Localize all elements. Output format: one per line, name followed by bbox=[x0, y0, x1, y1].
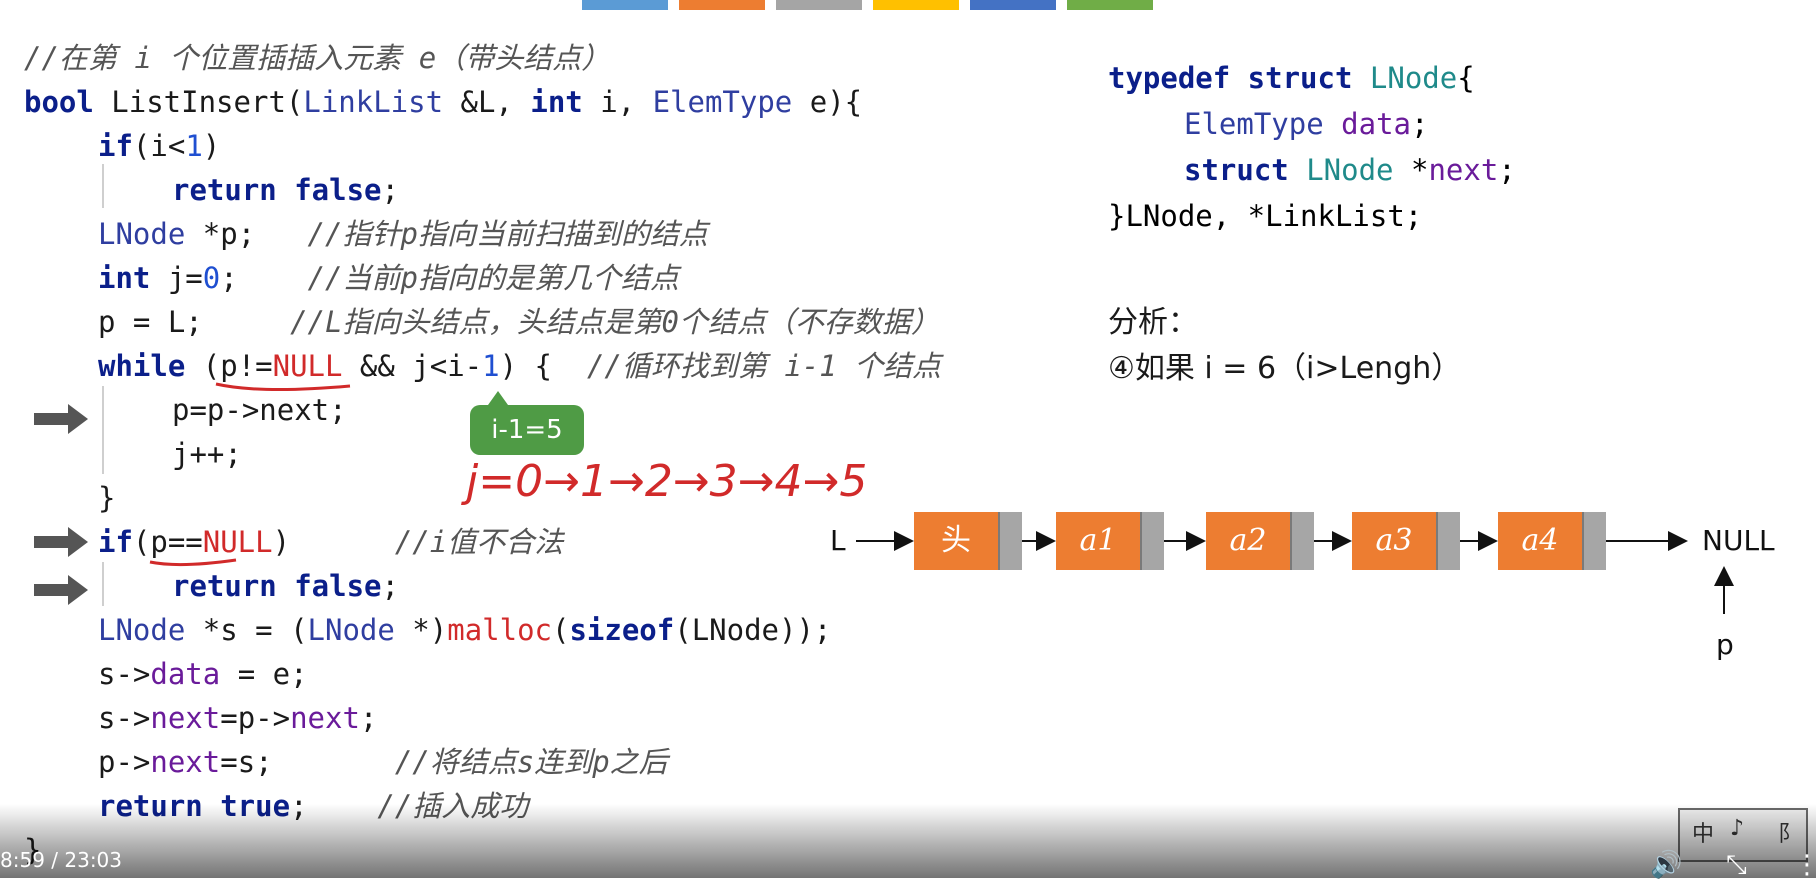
svg-text:j=0→1→2→3→4→5: j=0→1→2→3→4→5 bbox=[461, 456, 867, 507]
video-player-bar bbox=[0, 804, 1816, 878]
struct-line-2: ElemType data; bbox=[1184, 107, 1429, 141]
linked-list-diagram: L 头 a1 a2 a3 a4 NULL p bbox=[820, 496, 1810, 686]
more-icon[interactable]: ⋮ bbox=[1794, 850, 1816, 880]
node-a2: a2 bbox=[1206, 512, 1314, 570]
node-head: 头 bbox=[914, 512, 1022, 570]
analysis-title: 分析： bbox=[1108, 305, 1198, 340]
fullscreen-icon[interactable]: ⤡ bbox=[1726, 850, 1747, 881]
analysis-line: ④如果 i = 6（i>Lengh） bbox=[1108, 351, 1462, 386]
struct-line-4: }LNode, *LinkList; bbox=[1108, 199, 1423, 233]
arrow-icon-loop bbox=[34, 404, 88, 434]
label-p: p bbox=[1716, 628, 1734, 661]
video-timecode: 8:59 / 23:03 bbox=[0, 848, 123, 872]
struct-line-1: typedef struct LNode{ bbox=[1108, 61, 1475, 95]
analysis-block: 分析： ④如果 i = 6（i>Lengh） bbox=[1108, 300, 1461, 392]
volume-icon[interactable]: 🔊 bbox=[1650, 850, 1682, 880]
node-a4: a4 bbox=[1498, 512, 1606, 570]
node-a1: a1 bbox=[1056, 512, 1164, 570]
arrow-icon-return2 bbox=[34, 575, 88, 605]
struct-line-3: struct LNode *next; bbox=[1184, 153, 1516, 187]
node-a3: a3 bbox=[1352, 512, 1460, 570]
struct-definition: typedef struct LNode{ ElemType data; str… bbox=[1108, 55, 1516, 233]
red-underline-annotations bbox=[149, 382, 351, 567]
label-null: NULL bbox=[1702, 524, 1775, 557]
arrow-icon-if2 bbox=[34, 527, 88, 557]
